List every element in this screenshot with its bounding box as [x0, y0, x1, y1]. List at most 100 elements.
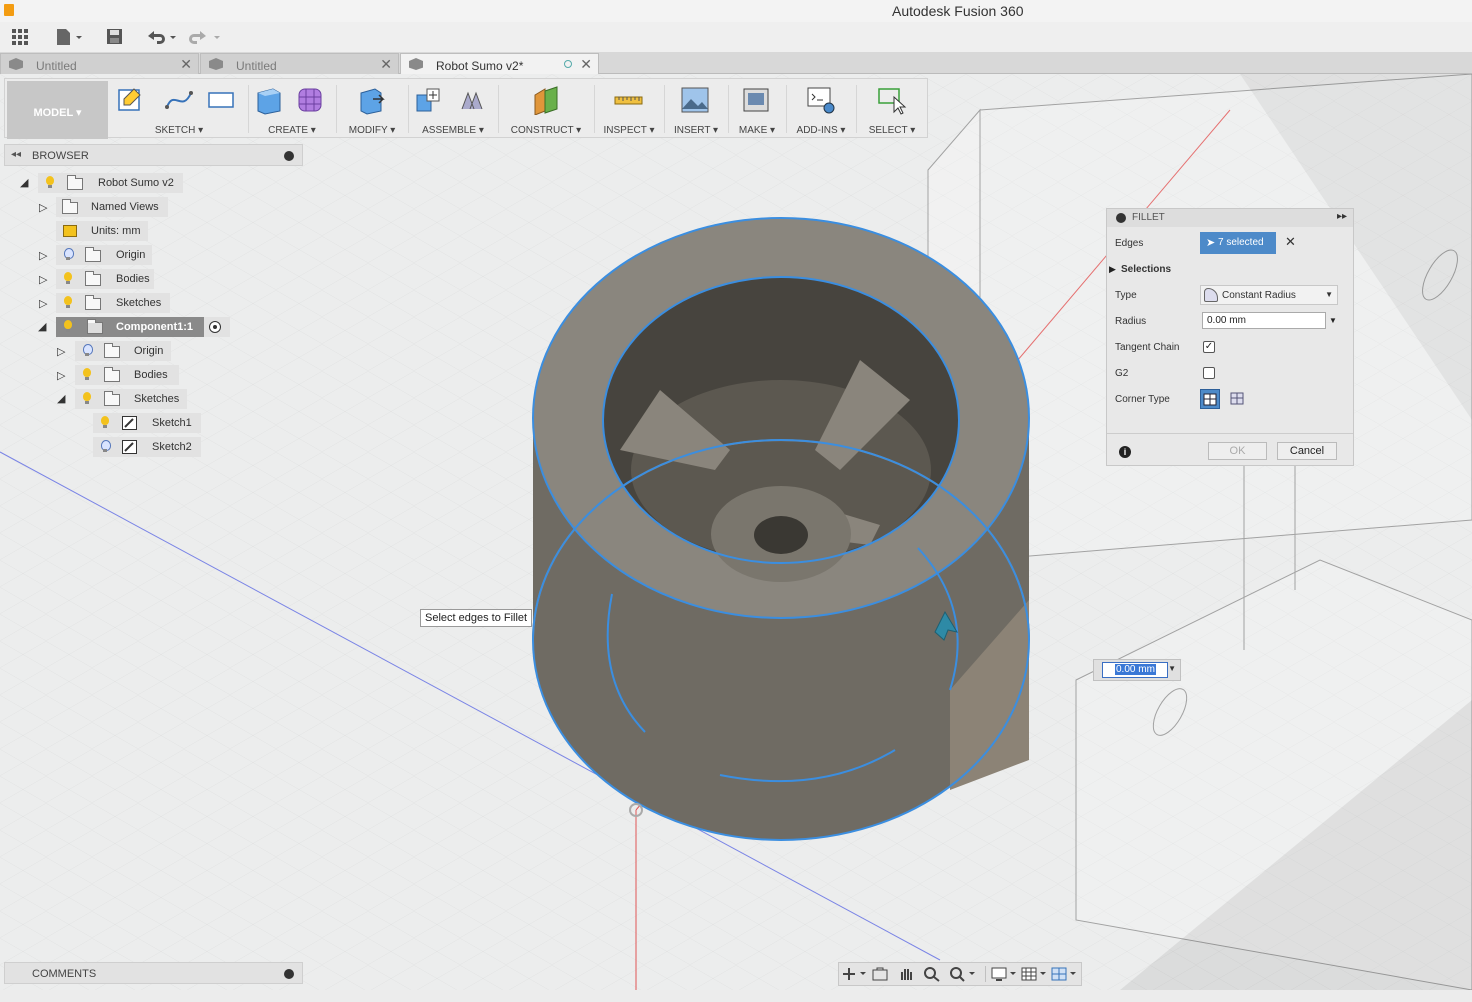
orbit-icon[interactable]	[841, 966, 866, 982]
panel-options-icon[interactable]	[284, 151, 294, 161]
tree-item-component-bodies[interactable]: Bodies	[75, 365, 179, 385]
expand-dialog-icon[interactable]: ▸▸	[1337, 211, 1347, 222]
undo-icon[interactable]	[145, 28, 181, 46]
tree-item-named-views[interactable]: Named Views	[56, 197, 168, 217]
visibility-bulb-icon[interactable]	[63, 248, 74, 261]
save-icon[interactable]	[106, 28, 124, 46]
expand-arrow-icon[interactable]: ▷	[39, 297, 49, 310]
close-icon[interactable]: ✕	[180, 56, 192, 73]
data-panel-grid-icon[interactable]	[11, 28, 29, 46]
visibility-bulb-icon[interactable]	[100, 416, 110, 429]
visibility-bulb-icon[interactable]	[45, 176, 55, 189]
ok-button[interactable]: OK	[1208, 442, 1267, 460]
modify-group[interactable]: MODIFY ▾	[339, 83, 405, 137]
viewports-icon[interactable]	[1051, 966, 1076, 982]
tab-robot-sumo[interactable]: Robot Sumo v2* ✕	[400, 53, 599, 74]
clear-selection-icon[interactable]: ✕	[1285, 234, 1296, 250]
tree-item-sketches[interactable]: Sketches	[56, 293, 170, 313]
radius-manipulator-field[interactable]: 0.00 mm	[1102, 662, 1168, 678]
file-menu-icon[interactable]	[55, 28, 85, 46]
construct-group[interactable]: CONSTRUCT ▾	[501, 83, 591, 137]
selections-label[interactable]: Selections	[1121, 264, 1171, 275]
collapse-arrow-icon[interactable]: ◢	[38, 320, 48, 333]
spline-icon[interactable]	[164, 85, 194, 115]
scripts-icon[interactable]	[806, 85, 836, 115]
visibility-bulb-icon[interactable]	[63, 320, 73, 333]
setback-corner-button[interactable]	[1228, 389, 1248, 409]
form-icon[interactable]	[295, 85, 325, 115]
tree-item-component-sketches[interactable]: Sketches	[75, 389, 187, 409]
extrude-icon[interactable]	[253, 85, 283, 115]
select-group[interactable]: SELECT ▾	[859, 83, 925, 137]
expand-arrow-icon[interactable]: ▷	[39, 273, 49, 286]
tree-item-units[interactable]: Units: mm	[56, 221, 148, 241]
rectangle-icon[interactable]	[206, 85, 236, 115]
expand-arrow-icon[interactable]: ▷	[39, 201, 49, 214]
radius-input[interactable]: 0.00 mm	[1202, 312, 1326, 329]
tree-item-component-origin[interactable]: Origin	[75, 341, 171, 361]
assemble-menu[interactable]: ASSEMBLE ▾	[411, 125, 495, 136]
inspect-group[interactable]: INSPECT ▾	[597, 83, 661, 137]
make-menu[interactable]: MAKE ▾	[731, 125, 783, 136]
measure-icon[interactable]	[613, 85, 643, 115]
browser-panel-header[interactable]: ◂◂ BROWSER	[4, 144, 303, 166]
select-icon[interactable]	[877, 85, 907, 115]
add-comment-icon[interactable]	[284, 969, 294, 979]
insert-image-icon[interactable]	[680, 85, 710, 115]
tree-root[interactable]: Robot Sumo v2	[38, 173, 183, 193]
tree-item-bodies[interactable]: Bodies	[56, 269, 154, 289]
visibility-bulb-icon[interactable]	[63, 296, 73, 309]
rolling-ball-corner-button[interactable]	[1200, 389, 1220, 409]
tree-item-origin[interactable]: Origin	[56, 245, 152, 265]
cancel-button[interactable]: Cancel	[1277, 442, 1337, 460]
tree-item-component1[interactable]: Component1:1	[56, 317, 204, 337]
sketch-menu[interactable]: SKETCH ▾	[112, 125, 246, 136]
modify-menu[interactable]: MODIFY ▾	[339, 125, 405, 136]
visibility-bulb-icon[interactable]	[82, 368, 92, 381]
make-group[interactable]: MAKE ▾	[731, 83, 783, 137]
pan-hand-icon[interactable]	[897, 966, 915, 982]
tab-untitled-1[interactable]: Untitled ✕	[0, 53, 199, 74]
visibility-bulb-icon[interactable]	[82, 392, 92, 405]
activate-component-radio[interactable]	[204, 317, 230, 337]
g2-checkbox[interactable]	[1203, 367, 1215, 379]
display-settings-icon[interactable]	[991, 966, 1016, 982]
add-ins-menu[interactable]: ADD-INS ▾	[789, 125, 853, 136]
visibility-bulb-icon[interactable]	[63, 272, 73, 285]
look-at-icon[interactable]	[871, 966, 889, 982]
info-icon[interactable]: i	[1119, 446, 1131, 458]
redo-icon[interactable]	[189, 28, 225, 46]
press-pull-icon[interactable]	[355, 85, 385, 115]
collapse-arrow-icon[interactable]: ◢	[20, 176, 30, 189]
collapse-panel-icon[interactable]: ◂◂	[11, 149, 21, 160]
new-component-icon[interactable]	[413, 85, 443, 115]
create-group[interactable]: CREATE ▾	[251, 83, 333, 137]
expand-arrow-icon[interactable]: ▷	[57, 345, 67, 358]
construct-menu[interactable]: CONSTRUCT ▾	[501, 125, 591, 136]
fillet-header[interactable]: FILLET ▸▸	[1107, 209, 1353, 227]
chevron-down-icon[interactable]: ▼	[1168, 664, 1176, 673]
tree-item-sketch2[interactable]: Sketch2	[93, 437, 201, 457]
assemble-group[interactable]: ASSEMBLE ▾	[411, 83, 495, 137]
sketch-group[interactable]: SKETCH ▾	[112, 83, 246, 137]
fit-icon[interactable]	[949, 966, 975, 982]
edges-selection-button[interactable]: ➤ 7 selected	[1200, 232, 1276, 254]
add-ins-group[interactable]: ADD-INS ▾	[789, 83, 853, 137]
insert-group[interactable]: INSERT ▾	[667, 83, 725, 137]
close-icon[interactable]: ✕	[580, 56, 592, 73]
insert-menu[interactable]: INSERT ▾	[667, 125, 725, 136]
create-menu[interactable]: CREATE ▾	[251, 125, 333, 136]
tree-item-sketch1[interactable]: Sketch1	[93, 413, 201, 433]
expand-arrow-icon[interactable]: ▶	[1109, 264, 1116, 275]
create-sketch-icon[interactable]	[116, 85, 146, 115]
select-menu[interactable]: SELECT ▾	[859, 125, 925, 136]
3d-print-icon[interactable]	[741, 85, 771, 115]
expand-arrow-icon[interactable]: ▷	[39, 249, 49, 262]
tab-untitled-2[interactable]: Untitled ✕	[200, 53, 399, 74]
tangent-chain-checkbox[interactable]: ✓	[1203, 341, 1215, 353]
grid-settings-icon[interactable]	[1021, 966, 1046, 982]
chevron-down-icon[interactable]: ▼	[1329, 316, 1337, 325]
expand-arrow-icon[interactable]: ▷	[57, 369, 67, 382]
collapse-arrow-icon[interactable]: ◢	[57, 392, 67, 405]
radius-manipulator-input[interactable]: 0.00 mm ▼	[1093, 659, 1181, 681]
